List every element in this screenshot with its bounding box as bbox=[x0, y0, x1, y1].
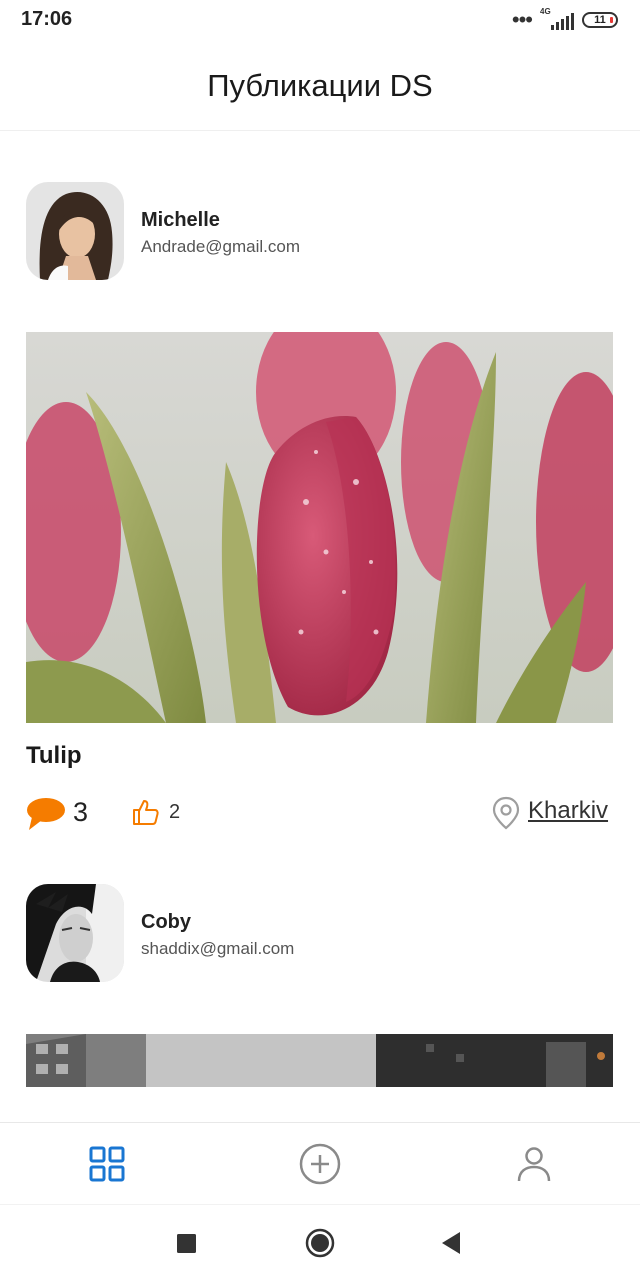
page-title: Публикации DS bbox=[207, 68, 433, 103]
author-name: Michelle bbox=[141, 209, 220, 231]
author-email: shaddix@gmail.com bbox=[141, 939, 295, 958]
map-pin-icon bbox=[492, 796, 520, 830]
square-recents-icon bbox=[177, 1234, 196, 1253]
post-title: Tulip bbox=[26, 742, 82, 769]
back-button[interactable] bbox=[440, 1231, 462, 1260]
post-author[interactable]: Coby shaddix@gmail.com bbox=[26, 884, 626, 982]
triangle-back-icon bbox=[442, 1232, 460, 1254]
publications-feed[interactable]: Michelle Andrade@gmail.com Tulip 3 2 Kha… bbox=[0, 131, 640, 1122]
speech-bubble-icon bbox=[27, 798, 65, 830]
nav-profile-tab[interactable] bbox=[512, 1142, 556, 1186]
location-link[interactable]: Kharkiv bbox=[492, 792, 617, 832]
post-card: Michelle Andrade@gmail.com Tulip 3 2 Kha… bbox=[0, 182, 640, 852]
comments-counter[interactable]: 3 bbox=[26, 792, 106, 832]
author-email: Andrade@gmail.com bbox=[141, 237, 300, 256]
system-navigation-bar bbox=[0, 1204, 640, 1281]
add-circle-icon bbox=[299, 1143, 341, 1185]
status-time: 17:06 bbox=[21, 8, 73, 30]
nav-feed-tab[interactable] bbox=[85, 1142, 129, 1186]
network-type: 4G bbox=[540, 7, 551, 16]
battery-icon: 11 bbox=[582, 12, 618, 28]
profile-icon bbox=[517, 1147, 551, 1182]
bottom-nav bbox=[0, 1122, 640, 1204]
status-icons: ••• 4G 11 bbox=[511, 7, 618, 32]
comments-count: 3 bbox=[73, 797, 89, 827]
location-name: Kharkiv bbox=[528, 797, 609, 824]
app-header: Публикации DS bbox=[0, 40, 640, 131]
circle-home-icon bbox=[305, 1228, 335, 1258]
likes-count: 2 bbox=[169, 801, 181, 823]
avatar[interactable] bbox=[26, 884, 124, 982]
post-card: Coby shaddix@gmail.com bbox=[0, 884, 640, 1122]
like-button[interactable]: 2 bbox=[132, 792, 202, 832]
more-dots-icon: ••• bbox=[511, 7, 533, 32]
grid-icon bbox=[89, 1146, 125, 1182]
author-name: Coby bbox=[141, 911, 191, 933]
thumbs-up-icon bbox=[133, 800, 159, 825]
post-photo[interactable] bbox=[26, 1034, 613, 1087]
post-photo[interactable] bbox=[26, 332, 613, 723]
nav-create-post-tab[interactable] bbox=[298, 1142, 342, 1186]
status-bar: 17:06 ••• 4G 11 bbox=[0, 0, 640, 40]
home-button[interactable] bbox=[305, 1228, 335, 1263]
avatar[interactable] bbox=[26, 182, 124, 280]
recents-button[interactable] bbox=[176, 1233, 198, 1260]
battery-level: 11 bbox=[594, 14, 606, 26]
post-author[interactable]: Michelle Andrade@gmail.com bbox=[26, 182, 626, 280]
signal-icon: 4G bbox=[540, 7, 574, 30]
